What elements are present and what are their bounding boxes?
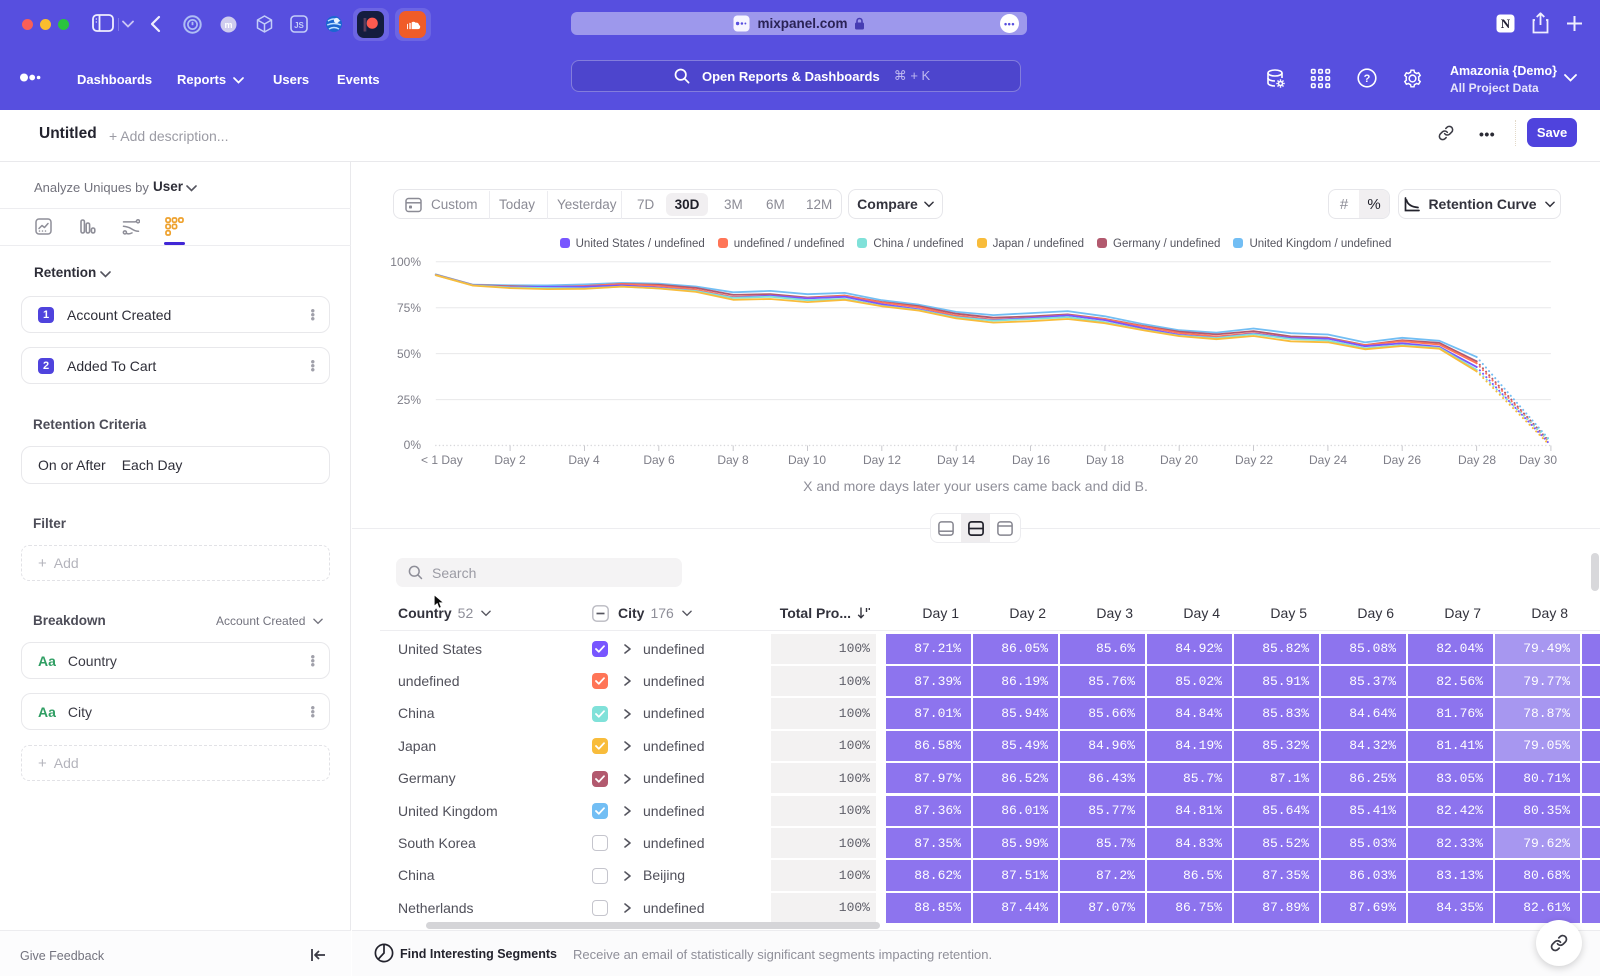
- svg-text:m: m: [224, 20, 232, 30]
- svg-text:JS: JS: [294, 21, 304, 30]
- svg-text:?: ?: [1364, 73, 1371, 85]
- svg-text:N: N: [1501, 16, 1511, 31]
